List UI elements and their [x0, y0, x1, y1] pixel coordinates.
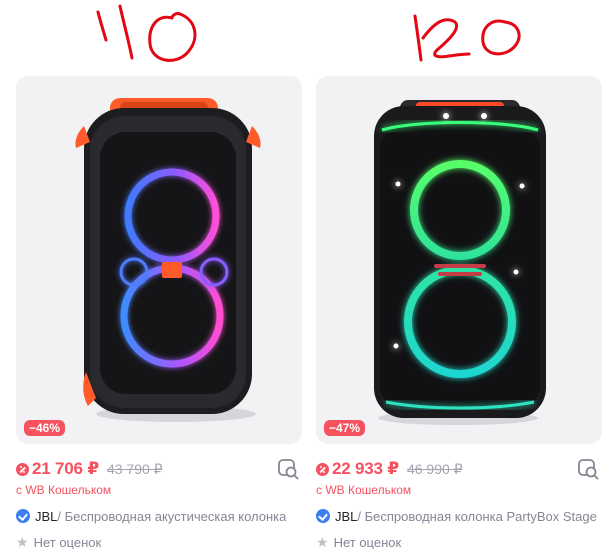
jbl-partybox-stage-illustration [374, 100, 546, 425]
old-price: 46 990 ₽ [406, 460, 463, 477]
star-icon: ★ [316, 534, 329, 549]
star-icon: ★ [16, 534, 29, 549]
wallet-icon [16, 462, 29, 476]
verified-icon [316, 509, 330, 523]
rating-text: Нет оценок [33, 534, 102, 549]
discount-badge: −47% [324, 420, 366, 436]
product-image[interactable]: −46% [16, 76, 302, 444]
price: 21 706 ₽ [32, 459, 99, 478]
price-row: 22 933 ₽ 46 990 ₽ [316, 454, 602, 484]
product-card[interactable]: −46% 21 706 ₽ 43 790 ₽ с WB Кошельком JB… [16, 76, 302, 549]
wallet-price-note: с WB Кошельком [16, 483, 112, 497]
product-name: / Беспроводная акустическая колонка [57, 508, 287, 524]
rating-text: Нет оценок [333, 534, 402, 549]
rating: ★ Нет оценок [316, 534, 602, 549]
similar-search-icon[interactable] [576, 457, 600, 481]
product-name: / Беспроводная колонка PartyBox Stage [357, 508, 597, 524]
verified-icon [16, 509, 30, 523]
product-card[interactable]: −47% 22 933 ₽ 46 990 ₽ с WB Кошельком JB… [316, 76, 602, 549]
similar-search-icon[interactable] [276, 457, 300, 481]
brand-name: JBL [335, 508, 358, 524]
price: 22 933 ₽ [332, 459, 399, 478]
rating: ★ Нет оценок [16, 534, 302, 549]
product-title[interactable]: JBL / Беспроводная колонка PartyBox Stag… [316, 507, 602, 525]
handwritten-note-120 [405, 0, 535, 68]
price-row: 21 706 ₽ 43 790 ₽ [16, 454, 302, 484]
handwritten-note-110 [80, 0, 220, 74]
discount-badge: −46% [24, 420, 66, 436]
product-title[interactable]: JBL / Беспроводная акустическая колонка [16, 507, 302, 525]
brand-name: JBL [35, 508, 58, 524]
jbl-partybox-110-illustration [75, 98, 261, 422]
product-image[interactable]: −47% [316, 76, 602, 444]
wallet-price-note: с WB Кошельком [316, 483, 412, 497]
wallet-icon [316, 462, 329, 476]
old-price: 43 790 ₽ [106, 460, 163, 477]
